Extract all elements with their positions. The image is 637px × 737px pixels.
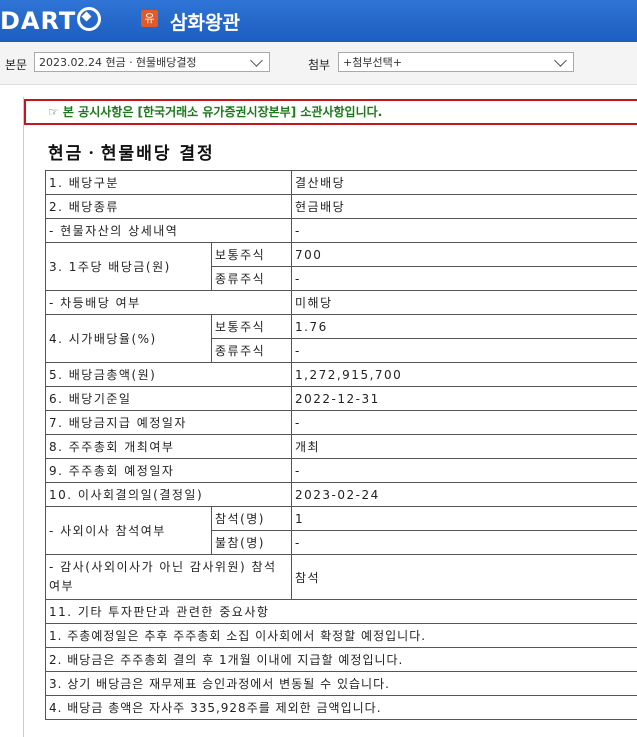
row-sublabel: 종류주식 [212,339,292,363]
table-row: 9. 주주총회 예정일자 - [46,459,637,483]
table-row: 4. 배당금 총액은 자사주 335,928주를 제외한 금액입니다. [46,696,637,720]
row-label: - 차등배당 여부 [46,291,292,315]
main-doc-select-value: 2023.02.24 현금ㆍ현물배당결정 [39,56,197,69]
row-value: 참석 [292,555,637,600]
row-sublabel: 참석(명) [212,507,292,531]
market-badge: 유 [141,10,158,27]
row-label: 10. 이사회결의일(결정일) [46,483,292,507]
table-row: 5. 배당금총액(원) 1,272,915,700 [46,363,637,387]
table-row: 1. 배당구분 결산배당 [46,171,637,195]
row-value: - [292,411,637,435]
main-doc-select[interactable]: 2023.02.24 현금ㆍ현물배당결정 [34,52,270,72]
row-value: 1 [292,507,637,531]
logo-circle-icon [77,7,101,31]
row-value: 결산배당 [292,171,637,195]
row-value: - [292,267,637,291]
toolbar: 본문 2023.02.24 현금ㆍ현물배당결정 첨부 +첨부선택+ [0,42,637,85]
row-label: - 현물자산의 상세내역 [46,219,292,243]
row-value: - [292,531,637,555]
row-label: 7. 배당금지급 예정일자 [46,411,292,435]
table-row: 3. 상기 배당금은 재무제표 승인과정에서 변동될 수 있습니다. [46,672,637,696]
row-value: 1.76 [292,315,637,339]
row-label: - 감사(사외이사가 아닌 감사위원) 참석여부 [46,555,292,600]
note-line: 4. 배당금 총액은 자사주 335,928주를 제외한 금액입니다. [46,696,637,720]
table-row: 2. 배당종류 현금배당 [46,195,637,219]
dividend-table: 1. 배당구분 결산배당 2. 배당종류 현금배당 - 현물자산의 상세내역 -… [45,170,637,720]
logo-text: DART [0,7,76,35]
row-label: 6. 배당기준일 [46,387,292,411]
row-value: - [292,219,637,243]
table-row: - 차등배당 여부 미해당 [46,291,637,315]
row-value: 700 [292,243,637,267]
row-sublabel: 종류주식 [212,267,292,291]
row-label: 8. 주주총회 개최여부 [46,435,292,459]
table-row: 2. 배당금은 주주총회 결의 후 1개월 이내에 지급할 예정입니다. [46,648,637,672]
row-label: 11. 기타 투자판단과 관련한 중요사항 [46,600,637,624]
row-value: 1,272,915,700 [292,363,637,387]
row-value: - [292,339,637,363]
row-label: 3. 1주당 배당금(원) [46,243,212,291]
row-label: - 사외이사 참석여부 [46,507,212,555]
main-doc-label: 본문 [5,56,27,73]
note-line: 2. 배당금은 주주총회 결의 후 1개월 이내에 지급할 예정입니다. [46,648,637,672]
row-value: 미해당 [292,291,637,315]
table-row: 3. 1주당 배당금(원) 보통주식 700 [46,243,637,267]
attach-select-value: +첨부선택+ [343,56,402,69]
document-title: 현금ㆍ현물배당 결정 [48,139,215,164]
table-row: 8. 주주총회 개최여부 개최 [46,435,637,459]
table-row: - 현물자산의 상세내역 - [46,219,637,243]
row-label: 2. 배당종류 [46,195,292,219]
table-row: 7. 배당금지급 예정일자 - [46,411,637,435]
document-viewer[interactable]: ☞ 본 공시사항은 [한국거래소 유가증권시장본부] 소관사항입니다. 현금ㆍ현… [23,97,637,737]
row-value: 개최 [292,435,637,459]
note-line: 3. 상기 배당금은 재무제표 승인과정에서 변동될 수 있습니다. [46,672,637,696]
table-row: 6. 배당기준일 2022-12-31 [46,387,637,411]
chevron-down-icon [554,54,567,67]
top-header: DART 유 삼화왕관 [0,0,637,42]
company-name: 삼화왕관 [170,8,240,35]
chevron-down-icon [250,54,263,67]
row-label: 1. 배당구분 [46,171,292,195]
attach-select[interactable]: +첨부선택+ [338,52,574,72]
table-row: - 사외이사 참석여부 참석(명) 1 [46,507,637,531]
attach-label: 첨부 [308,56,330,73]
note-line: 1. 주총예정일은 추후 주주총회 소집 이사회에서 확정할 예정입니다. [46,624,637,648]
notice-banner: ☞ 본 공시사항은 [한국거래소 유가증권시장본부] 소관사항입니다. [24,99,637,125]
row-label: 5. 배당금총액(원) [46,363,292,387]
row-value: - [292,459,637,483]
row-value: 2023-02-24 [292,483,637,507]
table-row: 11. 기타 투자판단과 관련한 중요사항 [46,600,637,624]
row-value: 2022-12-31 [292,387,637,411]
row-value: 현금배당 [292,195,637,219]
row-label: 9. 주주총회 예정일자 [46,459,292,483]
table-row: - 감사(사외이사가 아닌 감사위원) 참석여부 참석 [46,555,637,600]
row-sublabel: 보통주식 [212,243,292,267]
dart-logo[interactable]: DART [0,7,101,35]
table-row: 10. 이사회결의일(결정일) 2023-02-24 [46,483,637,507]
row-label: 4. 시가배당율(%) [46,315,212,363]
table-row: 4. 시가배당율(%) 보통주식 1.76 [46,315,637,339]
table-row: 1. 주총예정일은 추후 주주총회 소집 이사회에서 확정할 예정입니다. [46,624,637,648]
row-sublabel: 불참(명) [212,531,292,555]
row-sublabel: 보통주식 [212,315,292,339]
